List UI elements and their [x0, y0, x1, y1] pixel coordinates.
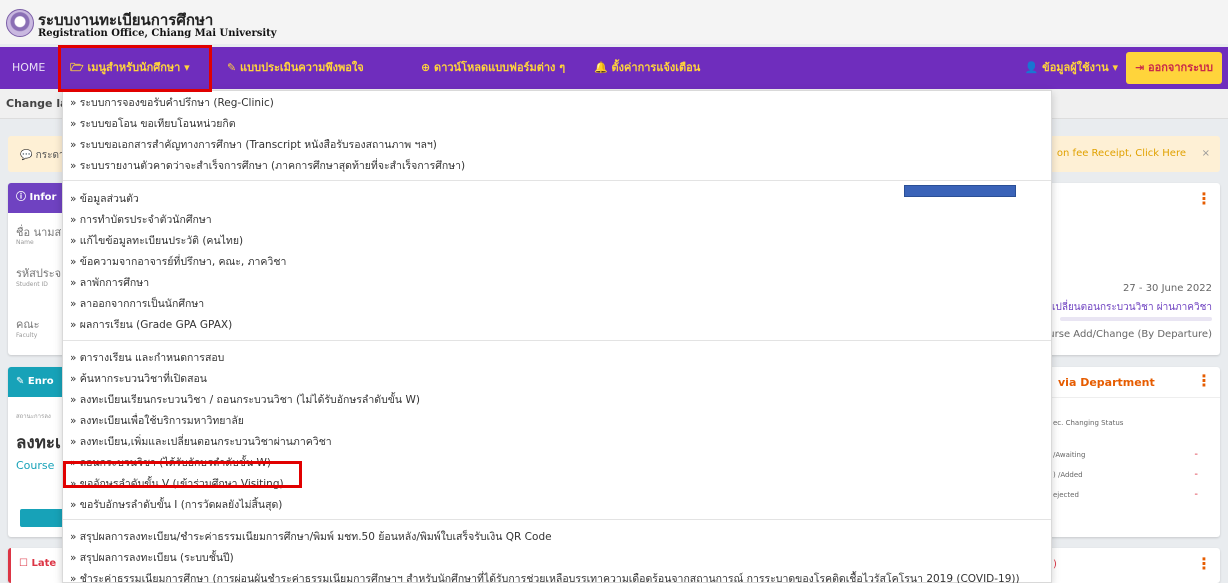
name-label-en: Name [16, 239, 34, 246]
menu-item-university-services[interactable]: » ลงทะเบียนเพื่อใช้บริการมหาวิทยาลัย [70, 410, 244, 432]
schedule-progress [1060, 317, 1212, 321]
user-icon: 👤 [1024, 61, 1043, 74]
latest-card-header: ☐ Late [19, 558, 56, 569]
caret-down-icon: ▾ [1108, 61, 1118, 74]
status-awaiting-value: - [1194, 449, 1198, 460]
fee-receipt-link[interactable]: on fee Receipt, Click Here [1057, 148, 1186, 159]
nav-student-menu-label: เมนูสำหรับนักศึกษา [87, 61, 181, 74]
latest-card-title: Late [31, 558, 57, 569]
info-card-title: Infor [29, 192, 57, 203]
menu-item-advisor-messages[interactable]: » ข้อความจากอาจารย์ที่ปรึกษา, คณะ, ภาควิ… [70, 251, 286, 273]
menu-item-grades[interactable]: » ผลการเรียน (Grade GPA GPAX) [70, 314, 232, 336]
menu-item-student-card[interactable]: » การทำบัตรประจำตัวนักศึกษา [70, 209, 212, 231]
student-menu-dropdown: » ระบบการจองขอรับคำปรึกษา (Reg-Clinic) »… [62, 90, 1052, 583]
divider [1052, 397, 1220, 398]
enroll-status-label: สถานะการลง [16, 413, 51, 420]
alert-text-left: 💬 กระดา [20, 148, 65, 163]
schedule-en-title: Course Add/Change (By Departure) [1035, 329, 1212, 340]
enroll-course-link[interactable]: Course [16, 459, 54, 472]
nav-notification[interactable]: 🔔 ตั้งค่าการแจ้งเตือน [594, 47, 700, 89]
menu-item-withdraw-w[interactable]: » ถอนกระบวนวิชา (ได้รับอักษรลำดับขั้น W) [70, 452, 271, 474]
change-language-link[interactable]: Change la [6, 97, 68, 110]
redacted-box [904, 185, 1016, 197]
menu-divider [63, 519, 1051, 520]
university-logo-icon [6, 9, 34, 37]
student-id-label-en: Student ID [16, 281, 48, 288]
nav-user-info[interactable]: 👤 ข้อมูลผู้ใช้งาน ▾ [1025, 47, 1118, 89]
menu-item-class-schedule[interactable]: » ตารางเรียน และกำหนดการสอบ [70, 347, 224, 369]
menu-divider [63, 340, 1051, 341]
bell-icon: 🔔 [594, 61, 612, 74]
alert-close-button[interactable]: × [1202, 148, 1210, 159]
menu-item-personal-info[interactable]: » ข้อมูลส่วนตัว [70, 188, 139, 210]
alert-left-label: กระดา [35, 150, 65, 161]
menu-item-leave-of-absence[interactable]: » ลาพักการศึกษา [70, 272, 149, 294]
folder-open-icon: 🗁 [70, 61, 84, 74]
more-options-icon[interactable]: ⋮ [1196, 189, 1212, 208]
more-options-icon[interactable]: ⋮ [1196, 371, 1212, 390]
faculty-label-th: คณะ [16, 318, 40, 331]
main-navbar: HOME 🗁 เมนูสำหรับนักศึกษา ▾ ✎ แบบประเมิน… [0, 47, 1228, 89]
faculty-label-en: Faculty [16, 332, 38, 339]
enroll-status-value: ลงทะเ [16, 433, 61, 453]
menu-item-resignation[interactable]: » ลาออกจากการเป็นนักศึกษา [70, 293, 204, 315]
enroll-card-title: Enro [27, 376, 54, 387]
info-icon: ⓘ [16, 192, 30, 203]
menu-item-credit-transfer[interactable]: » ระบบขอโอน ขอเทียบโอนหน่วยกิต [70, 113, 236, 135]
nav-evaluation[interactable]: ✎ แบบประเมินความพึงพอใจ [227, 47, 364, 89]
menu-divider [63, 180, 1051, 181]
caret-down-icon: ▾ [184, 61, 190, 74]
menu-item-add-change-dept[interactable]: » ลงทะเบียน,เพิ่มและเปลี่ยนตอนกระบวนวิชา… [70, 431, 332, 453]
department-card-title: via Department [1058, 376, 1155, 389]
menu-item-reg-clinic[interactable]: » ระบบการจองขอรับคำปรึกษา (Reg-Clinic) [70, 92, 274, 114]
nav-download-label: ดาวน์โหลดแบบฟอร์มต่าง ๆ [434, 61, 566, 74]
status-rejected-value: - [1194, 489, 1198, 500]
logout-button[interactable]: ⇥ ออกจากระบบ [1126, 52, 1222, 84]
edit-icon: ✎ [16, 376, 28, 387]
logout-icon: ⇥ [1135, 61, 1149, 74]
menu-item-fee-payment-covid[interactable]: » ชำระค่าธรรมเนียมการศึกษา (การผ่อนผันชำ… [70, 568, 1020, 583]
menu-item-course-search[interactable]: » ค้นหากระบวนวิชาที่เปิดสอน [70, 368, 207, 390]
download-icon: ⊕ [421, 61, 435, 74]
nav-notification-label: ตั้งค่าการแจ้งเตือน [611, 61, 701, 74]
menu-item-registration-summary-qr[interactable]: » สรุปผลการลงทะเบียน/ชำระค่าธรรมเนียมการ… [70, 526, 552, 548]
change-status-label: ec. Changing Status [1053, 419, 1124, 427]
site-header: ระบบงานทะเบียนการศึกษา Registration Offi… [0, 0, 1228, 44]
logout-label: ออกจากระบบ [1148, 61, 1213, 74]
menu-item-edit-record[interactable]: » แก้ไขข้อมูลทะเบียนประวัติ (คนไทย) [70, 230, 243, 252]
menu-item-register-withdraw[interactable]: » ลงทะเบียนเรียนกระบวนวิชา / ถอนกระบวนวิ… [70, 389, 420, 411]
site-title-en: Registration Office, Chiang Mai Universi… [38, 28, 277, 39]
schedule-th-title[interactable]: เปลี่ยนตอนกระบวนวิชา ผ่านภาควิชา [1052, 300, 1212, 315]
status-awaiting: /Awaiting [1053, 451, 1086, 459]
status-added: ) /Added [1053, 471, 1083, 479]
bottom-card-fragment: ) [1053, 559, 1057, 570]
nav-home[interactable]: HOME [12, 47, 45, 89]
nav-download[interactable]: ⊕ ดาวน์โหลดแบบฟอร์มต่าง ๆ [421, 47, 565, 89]
pencil-icon: ✎ [227, 61, 241, 74]
menu-item-transcript-request[interactable]: » ระบบขอเอกสารสำคัญทางการศึกษา (Transcri… [70, 134, 437, 156]
nav-evaluation-label: แบบประเมินความพึงพอใจ [240, 61, 364, 74]
menu-item-graduation-report[interactable]: » ระบบรายงานตัวคาดว่าจะสำเร็จการศึกษา (ภ… [70, 155, 465, 177]
clipboard-icon: ☐ [19, 558, 32, 569]
comment-icon: 💬 [20, 150, 36, 161]
schedule-dates: 27 - 30 June 2022 [1123, 283, 1212, 294]
nav-student-menu[interactable]: 🗁 เมนูสำหรับนักศึกษา ▾ [70, 47, 190, 89]
nav-user-label: ข้อมูลผู้ใช้งาน [1042, 61, 1109, 74]
student-id-label-th: รหัสประจ [16, 267, 62, 280]
more-options-icon[interactable]: ⋮ [1196, 554, 1212, 573]
status-rejected: ejected [1053, 491, 1079, 499]
menu-item-request-i-grade[interactable]: » ขอรับอักษรลำดับขั้น I (การวัดผลยังไม่ส… [70, 494, 282, 516]
menu-item-request-v-grade[interactable]: » ขออักษรลำดับขั้น V (เข้าร่วมศึกษา Visi… [70, 473, 284, 495]
menu-item-registration-summary-year[interactable]: » สรุปผลการลงทะเบียน (ระบบชั้นปี) [70, 547, 234, 569]
status-added-value: - [1194, 469, 1198, 480]
